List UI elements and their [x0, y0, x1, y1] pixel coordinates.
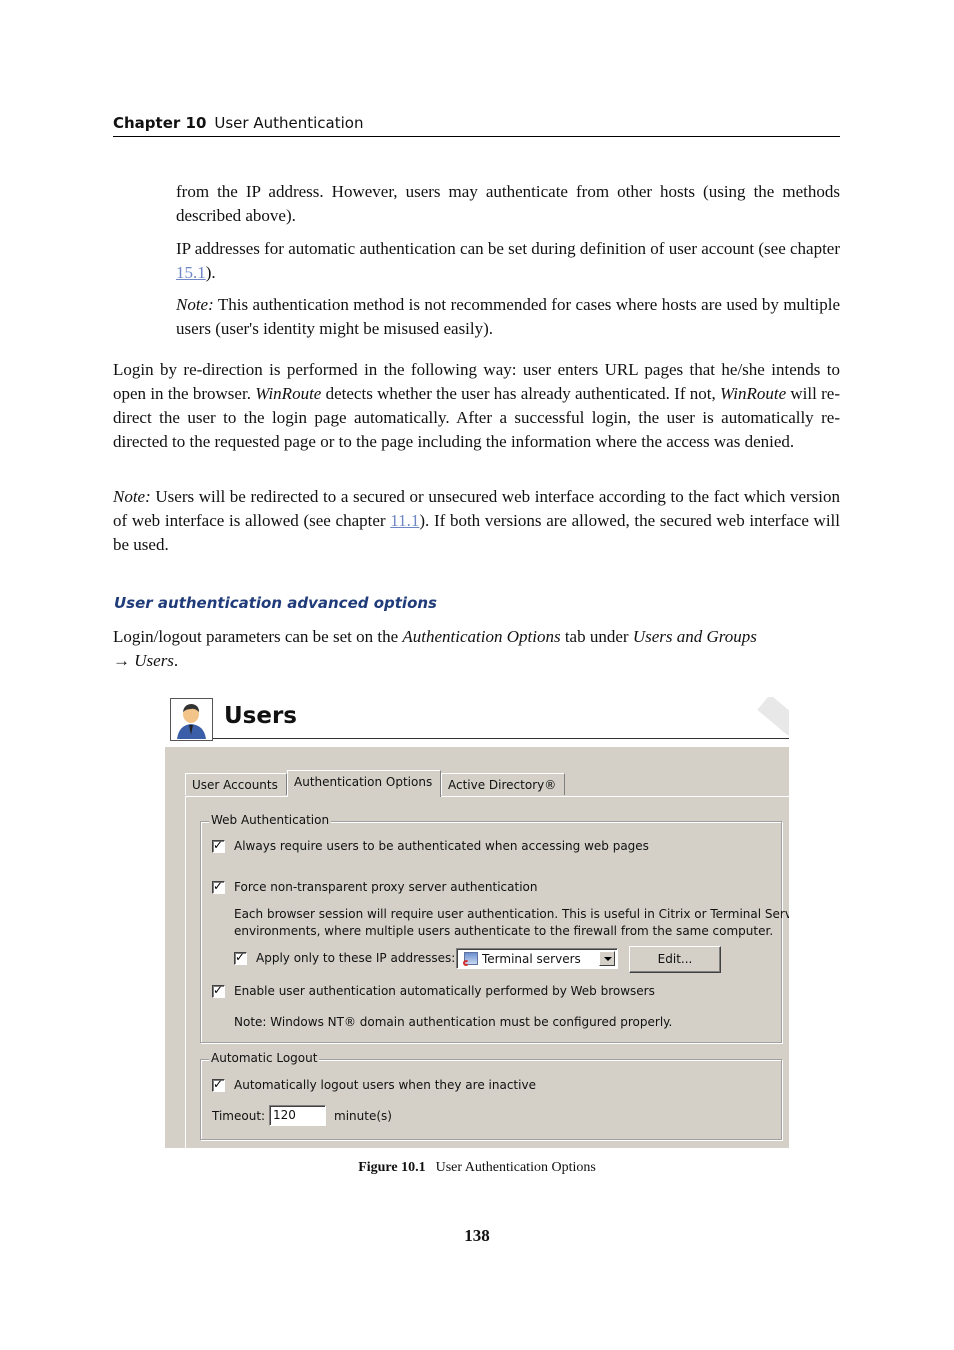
paragraph-note-not-recommended: Note: This authentication method is not …: [176, 295, 840, 338]
ip-group-select[interactable]: Terminal servers: [456, 948, 618, 969]
always-require-checkbox[interactable]: [212, 838, 225, 853]
timeout-unit: minute(s): [334, 1109, 392, 1123]
nt-domain-note: Note: Windows NT® domain authentication …: [234, 1015, 673, 1029]
edit-button[interactable]: Edit...: [629, 946, 721, 973]
figure-caption-text: User Authentication Options: [435, 1160, 596, 1175]
chapter-link-11-1[interactable]: 11.1: [390, 511, 419, 530]
force-proxy-description-2: environments, where multiple users authe…: [234, 924, 774, 938]
running-header: Chapter 10 User Authentication: [113, 114, 840, 137]
web-authentication-group: Web Authentication Always require users …: [200, 813, 789, 1043]
automatic-logout-group: Automatic Logout Automatically logout us…: [200, 1051, 782, 1140]
paragraph-ip-auto-auth: IP addresses for automatic authenticatio…: [176, 239, 841, 282]
paragraph-login-logout-params: Login/logout parameters can be set on th…: [113, 627, 757, 670]
chapter-title: User Authentication: [214, 114, 364, 132]
force-proxy-description-1: Each browser session will require user a…: [234, 907, 789, 921]
chapter-label: Chapter 10: [113, 114, 207, 132]
header-divider: [213, 738, 789, 739]
figure-label: Figure 10.1: [358, 1160, 426, 1175]
figure-screenshot: Users User Accounts Authentication Optio…: [165, 697, 789, 1148]
tab-active-directory[interactable]: Active Directory®: [441, 773, 565, 795]
web-authentication-legend: Web Authentication: [209, 813, 332, 827]
timeout-input[interactable]: 120: [269, 1105, 326, 1126]
chevron-down-icon[interactable]: [599, 951, 615, 966]
tab-user-accounts[interactable]: User Accounts: [185, 773, 287, 795]
auto-logout-checkbox[interactable]: [212, 1077, 225, 1092]
force-proxy-checkbox[interactable]: [212, 879, 225, 894]
users-title: Users: [224, 703, 297, 729]
tab-authentication-options[interactable]: Authentication Options: [287, 770, 441, 797]
chapter-link-15-1[interactable]: 15.1: [176, 263, 206, 282]
paragraph-ip-address: from the IP address. However, users may …: [176, 182, 840, 225]
paragraph-note-redirect: Note: Users will be redirected to a secu…: [113, 487, 840, 554]
decorative-shape: [757, 697, 789, 736]
section-subheading: User authentication advanced options: [114, 594, 437, 612]
apply-only-checkbox[interactable]: [234, 950, 247, 965]
enable-browser-auth-checkbox[interactable]: [212, 983, 225, 998]
arrow-icon: →: [113, 651, 135, 670]
page-number: 138: [464, 1226, 490, 1245]
timeout-label: Timeout:: [212, 1109, 266, 1123]
automatic-logout-legend: Automatic Logout: [209, 1051, 320, 1065]
ip-group-icon: [463, 952, 478, 966]
tab-panel: Web Authentication Always require users …: [185, 796, 789, 1148]
paragraph-login-redirection: Login by re-direction is performed in th…: [113, 360, 840, 451]
user-icon: [170, 698, 213, 741]
figure-caption: Figure 10.1 User Authentication Options: [0, 1160, 954, 1176]
users-header: Users: [165, 697, 789, 747]
